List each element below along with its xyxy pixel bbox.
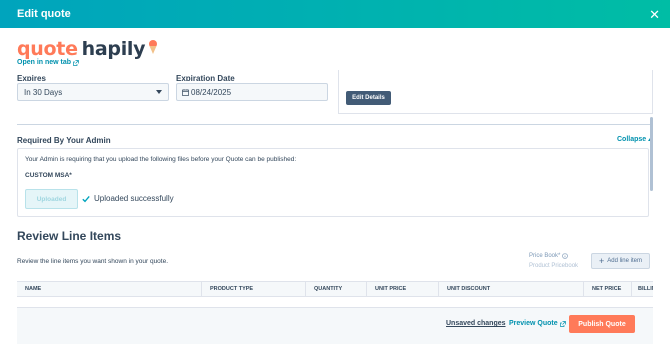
- expires-select[interactable]: In 30 Days: [17, 83, 169, 101]
- price-book-label: Price Book*: [529, 253, 569, 259]
- modal-header: Edit quote ✕: [0, 0, 670, 28]
- add-line-item-label: Add line item: [607, 258, 642, 264]
- column-header-billing[interactable]: BILLING: [631, 282, 653, 296]
- column-header-product-type[interactable]: PRODUCT TYPE: [201, 282, 305, 296]
- expires-value: In 30 Days: [24, 87, 63, 97]
- close-icon[interactable]: ✕: [649, 8, 660, 21]
- chevron-down-icon: [156, 90, 162, 94]
- line-items-table-header: NAME PRODUCT TYPE QUANTITY UNIT PRICE UN…: [17, 281, 653, 297]
- expiration-date-label: Expiration Date: [176, 74, 235, 81]
- review-line-items-title: Review Line Items: [17, 229, 122, 243]
- price-book-label-text: Price Book*: [529, 253, 561, 259]
- unsaved-changes-link[interactable]: Unsaved changes: [446, 320, 506, 327]
- preview-quote-link[interactable]: Preview Quote: [509, 320, 566, 327]
- preview-quote-label: Preview Quote: [509, 320, 558, 327]
- required-section-title: Required By Your Admin: [17, 136, 111, 145]
- section-divider: [17, 124, 653, 125]
- custom-msa-label: CUSTOM MSA*: [25, 172, 72, 179]
- info-icon[interactable]: [562, 253, 569, 259]
- calendar-icon: [182, 88, 189, 96]
- upload-status: Uploaded successfully: [82, 194, 174, 203]
- column-header-unit-price[interactable]: UNIT PRICE: [366, 282, 438, 296]
- quote-hapily-logo: quote hapily: [17, 37, 158, 61]
- add-line-item-button[interactable]: + Add line item: [591, 253, 650, 269]
- collapse-label: Collapse: [617, 136, 647, 143]
- uploaded-button[interactable]: Uploaded: [25, 189, 78, 209]
- open-in-new-tab-link[interactable]: Open in new tab: [17, 59, 79, 66]
- upload-status-text: Uploaded successfully: [94, 194, 174, 203]
- modal-title: Edit quote: [17, 8, 71, 20]
- expiration-date-input[interactable]: 08/24/2025: [176, 83, 328, 101]
- column-header-quantity[interactable]: QUANTITY: [305, 282, 366, 296]
- price-book-select[interactable]: Product Pricebook: [529, 263, 578, 269]
- logo-word-quote: quote: [17, 38, 78, 60]
- external-link-icon: [559, 320, 566, 327]
- check-icon: [82, 195, 90, 202]
- ice-cream-icon: [149, 40, 158, 54]
- column-header-name[interactable]: NAME: [17, 282, 201, 296]
- open-in-new-tab-label: Open in new tab: [17, 59, 72, 66]
- publish-quote-button[interactable]: Publish Quote: [569, 315, 635, 333]
- expiration-date-value: 08/24/2025: [191, 87, 232, 97]
- plus-icon: +: [599, 255, 605, 266]
- scrollbar-thumb[interactable]: [650, 117, 653, 191]
- expires-label: Expires: [17, 74, 46, 81]
- logo-word-hapily: hapily: [81, 38, 146, 60]
- column-header-unit-discount[interactable]: UNIT DISCOUNT: [438, 282, 583, 296]
- external-link-icon: [73, 59, 79, 66]
- collapse-toggle[interactable]: Collapse: [617, 136, 653, 143]
- required-description: Your Admin is requiring that you upload …: [25, 156, 297, 163]
- edit-details-button[interactable]: Edit Details: [346, 91, 391, 105]
- column-header-net-price[interactable]: NET PRICE: [583, 282, 631, 296]
- review-description: Review the line items you want shown in …: [17, 258, 169, 265]
